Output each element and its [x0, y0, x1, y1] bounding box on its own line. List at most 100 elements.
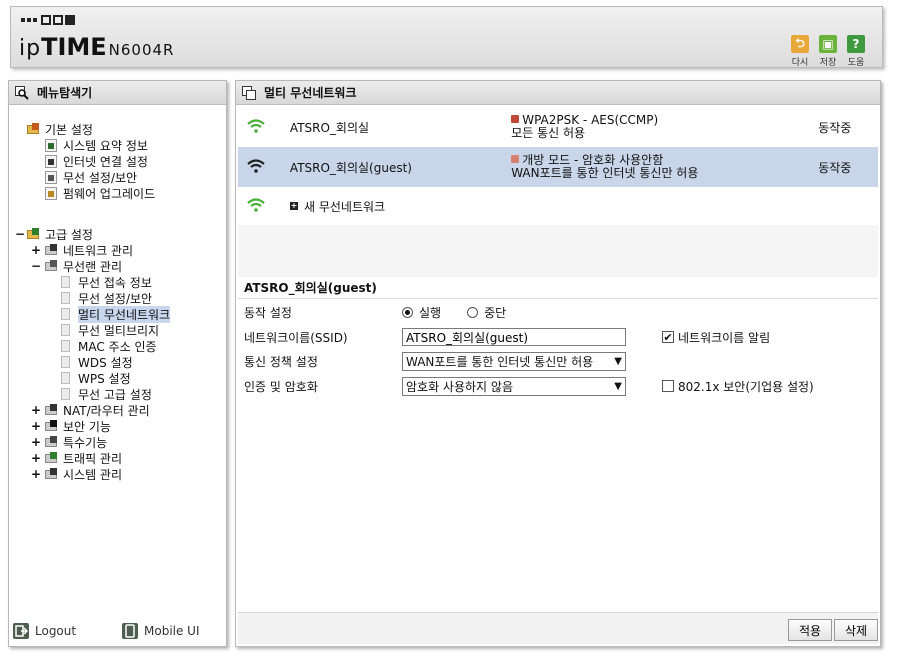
collapse-toggle[interactable]: −: [31, 259, 41, 273]
lock-folder-icon: [45, 420, 59, 432]
chart-page-icon: [45, 138, 57, 152]
page-icon: [61, 324, 70, 336]
stop-radio[interactable]: 중단: [467, 304, 506, 321]
logout-link[interactable]: Logout: [13, 623, 76, 639]
lock-icon: [511, 115, 520, 123]
menu-explorer-title: 메뉴탐색기: [9, 81, 226, 105]
policy-select[interactable]: WAN포트를 통한 인터넷 통신만 허용 ▼: [402, 351, 626, 371]
help-icon: ?: [847, 35, 865, 53]
tree-item-wireless-advanced[interactable]: 무선 고급 설정: [61, 386, 152, 402]
tree-item-wireless-info[interactable]: 무선 접속 정보: [61, 274, 152, 290]
policy-row: 통신 정책 설정 WAN포트를 통한 인터넷 통신만 허용 ▼: [244, 350, 874, 372]
wifi-icon: [246, 118, 268, 137]
expand-toggle[interactable]: +: [31, 403, 41, 417]
broadcast-ssid-checkbox[interactable]: ✔ 네트워크이름 알림: [662, 329, 770, 346]
tree-item-wps[interactable]: WPS 설정: [61, 370, 131, 386]
unlock-icon: [511, 155, 520, 163]
network-ssid: ATSRO_회의실: [289, 120, 370, 135]
page-icon: [61, 356, 70, 368]
magnifier-icon: [15, 85, 29, 100]
logout-icon: [13, 623, 29, 639]
save-icon: ▣: [819, 35, 837, 53]
special-folder-icon: [45, 436, 59, 448]
ssid-row: 네트워크이름(SSID) ✔네트워크이름 알림: [244, 326, 874, 348]
auth-row: 인증 및 암호화 암호화 사용하지 않음 ▼ 802.1x 보안(기업용 설정): [244, 375, 874, 397]
collapse-toggle[interactable]: −: [15, 227, 25, 241]
tree-item-firmware-upgrade[interactable]: 펌웨어 업그레이드: [45, 185, 155, 201]
network-ssid: ATSRO_회의실(guest): [289, 160, 412, 175]
tree-system[interactable]: + 시스템 관리: [31, 466, 122, 482]
network-status: 동작중: [818, 160, 852, 175]
network-status: 동작중: [818, 120, 852, 135]
menu-tree: 기본 설정 시스템 요약 정보 인터넷 연결 설정 무선 설정/보안 펌웨어 업…: [9, 105, 226, 616]
tree-wireless-management[interactable]: − 무선랜 관리: [31, 258, 122, 274]
tree-nat-router[interactable]: + NAT/라우터 관리: [31, 402, 150, 418]
tree-item-mac-auth[interactable]: MAC 주소 인증: [61, 338, 157, 354]
network-row-selected[interactable]: ATSRO_회의실(guest) 개방 모드 - 암호화 사용안함 WAN포트를…: [238, 147, 878, 187]
tree-network-management[interactable]: + 네트워크 관리: [31, 242, 133, 258]
network-security: 개방 모드 - 암호화 사용안함 WAN포트를 통한 인터넷 통신만 허용: [511, 153, 699, 180]
tree-security[interactable]: + 보안 기능: [31, 418, 111, 434]
mobile-icon: [122, 623, 138, 639]
plus-icon: +: [290, 201, 298, 210]
check-icon: ✔: [662, 330, 674, 344]
mobile-ui-link[interactable]: Mobile UI: [122, 623, 200, 639]
tree-advanced-settings[interactable]: − 고급 설정: [15, 226, 93, 242]
apply-button[interactable]: 적용: [788, 619, 832, 641]
page-icon: [61, 340, 70, 352]
expand-toggle[interactable]: +: [31, 243, 41, 257]
page-icon: [61, 308, 70, 320]
ssid-input[interactable]: [402, 328, 626, 346]
tree-item-wireless-settings[interactable]: 무선 설정/보안: [61, 290, 152, 306]
page-icon: [61, 388, 70, 400]
help-button[interactable]: ? 도움: [844, 35, 868, 68]
network-folder-icon: [45, 244, 59, 256]
tree-special[interactable]: + 특수기능: [31, 434, 107, 450]
folder-icon: [27, 123, 41, 135]
top-header: ip TIME N6004R ⮌ 다시 ▣ 저장 ? 도움: [10, 6, 883, 68]
run-radio[interactable]: 실행: [402, 304, 441, 321]
firmware-page-icon: [45, 186, 57, 200]
save-button[interactable]: ▣ 저장: [816, 35, 840, 68]
dot1x-checkbox[interactable]: 802.1x 보안(기업용 설정): [662, 378, 814, 395]
tree-basic-settings[interactable]: 기본 설정: [27, 121, 93, 137]
add-network-row[interactable]: + 새 무선네트워크: [238, 187, 878, 225]
tree-item-wireless-security[interactable]: 무선 설정/보안: [45, 169, 137, 185]
wireless-page-icon: [45, 170, 57, 184]
wifi-icon: [246, 197, 268, 216]
router-folder-icon: [45, 404, 59, 416]
tree-item-system-summary[interactable]: 시스템 요약 정보: [45, 137, 148, 153]
undo-icon: ⮌: [791, 35, 809, 53]
window-icon: [242, 85, 256, 100]
expand-toggle[interactable]: +: [31, 419, 41, 433]
expand-toggle[interactable]: +: [31, 451, 41, 465]
expand-toggle[interactable]: +: [31, 467, 41, 481]
tree-item-wds[interactable]: WDS 설정: [61, 354, 133, 370]
expand-toggle[interactable]: +: [31, 435, 41, 449]
tree-item-multi-bridge[interactable]: 무선 멀티브리지: [61, 322, 159, 338]
detail-form: 동작 설정 실행 중단 네트워크이름(SSID) ✔네트워크이름 알림 통신 정…: [238, 299, 878, 612]
traffic-folder-icon: [45, 452, 59, 464]
page-icon: [61, 372, 70, 384]
wifi-icon: [246, 158, 268, 177]
multi-ssid-title: 멀티 무선네트워크: [236, 81, 880, 105]
folder-icon: [27, 228, 41, 240]
tree-item-internet-setup[interactable]: 인터넷 연결 설정: [45, 153, 148, 169]
operation-row: 동작 설정 실행 중단: [244, 304, 507, 321]
add-network-label: 새 무선네트워크: [304, 199, 386, 214]
tree-item-multi-ssid[interactable]: 멀티 무선네트워크: [61, 305, 171, 323]
menu-explorer-panel: 메뉴탐색기 기본 설정 시스템 요약 정보 인터넷 연결 설정 무선 설정/보안…: [8, 80, 227, 647]
system-folder-icon: [45, 468, 59, 480]
action-bar: 적용 삭제: [238, 612, 878, 644]
tree-traffic[interactable]: + 트래픽 관리: [31, 450, 122, 466]
network-row[interactable]: ATSRO_회의실 WPA2PSK - AES(CCMP) 모든 통신 허용 동…: [238, 107, 878, 147]
header-buttons: ⮌ 다시 ▣ 저장 ? 도움: [788, 35, 868, 68]
sidebar-footer: Logout Mobile UI: [9, 616, 226, 646]
iptime-logo: ip TIME N6004R: [19, 33, 175, 61]
monitor-page-icon: [45, 154, 57, 168]
undo-button[interactable]: ⮌ 다시: [788, 35, 812, 68]
multi-ssid-panel: 멀티 무선네트워크 ATSRO_회의실 WPA2PSK - AES(CCMP) …: [235, 80, 881, 647]
auth-select[interactable]: 암호화 사용하지 않음 ▼: [402, 376, 626, 396]
wireless-folder-icon: [45, 260, 59, 272]
delete-button[interactable]: 삭제: [834, 619, 878, 641]
